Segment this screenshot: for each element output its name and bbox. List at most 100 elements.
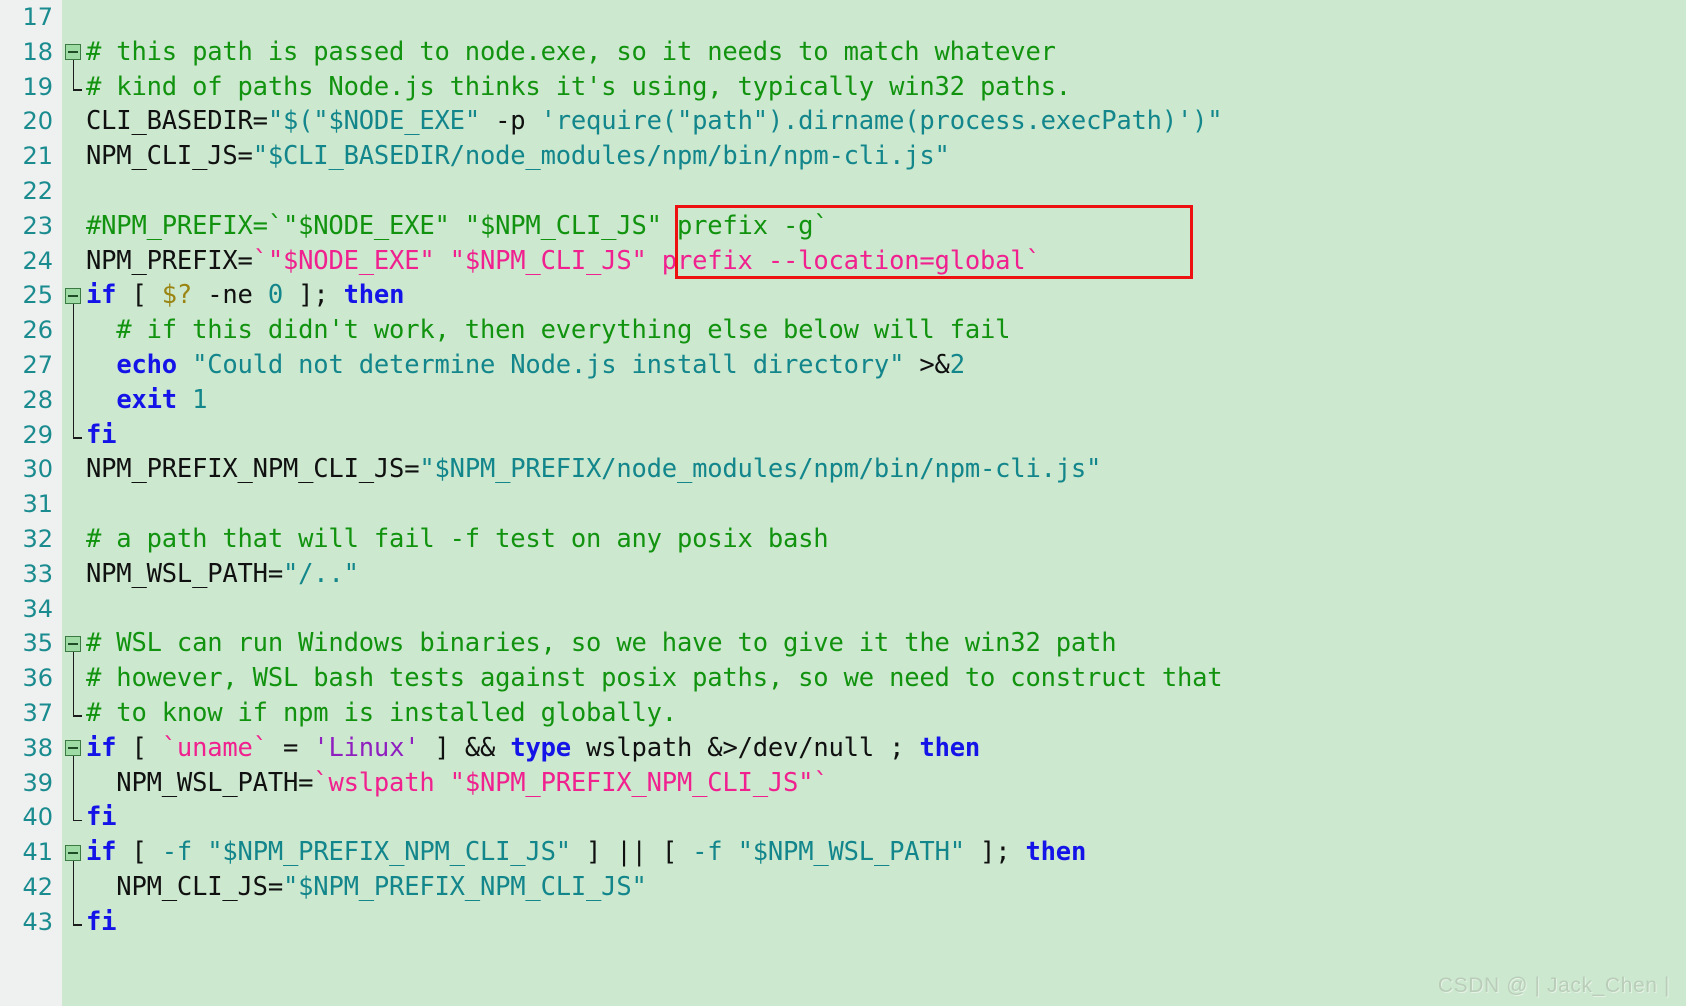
fold-range-end	[72, 819, 82, 822]
line-number: 43	[22, 907, 53, 936]
code-token: "$NODE_EXE"	[313, 106, 480, 137]
fold-toggle-icon[interactable]	[65, 740, 81, 757]
fold-toggle-icon[interactable]	[65, 287, 81, 304]
code-token: CLI_BASEDIR=	[86, 106, 268, 137]
fold-toggle-icon[interactable]	[65, 44, 81, 61]
line-number: 32	[22, 524, 53, 553]
code-token: "$NPM_PREFIX/node_modules/npm/bin/npm-cl…	[419, 454, 1102, 485]
code-token: "$NPM_PREFIX_NPM_CLI_JS"	[207, 837, 571, 868]
code-token: # WSL can run Windows binaries, so we ha…	[86, 628, 1117, 659]
code-token: "$(	[267, 106, 314, 137]
code-line[interactable]: #NPM_PREFIX=`"$NODE_EXE" "$NPM_CLI_JS" p…	[86, 209, 1686, 244]
line-number: 26	[22, 316, 53, 345]
code-line[interactable]: echo "Could not determine Node.js instal…	[86, 348, 1686, 383]
line-number: 29	[22, 420, 53, 449]
code-folding-gutter[interactable]	[62, 0, 84, 1006]
line-number: 34	[22, 594, 53, 623]
code-line[interactable]: # WSL can run Windows binaries, so we ha…	[86, 626, 1686, 661]
csdn-watermark: CSDN @ | Jack_Chen |	[1437, 974, 1670, 997]
code-token: 'Linux'	[313, 732, 420, 763]
code-token: "/.."	[282, 558, 359, 589]
line-number: 30	[22, 455, 53, 484]
code-token: if	[86, 280, 117, 311]
line-number: 25	[22, 281, 53, 310]
code-line[interactable]: fi	[86, 905, 1686, 940]
code-token: "$NPM_WSL_PATH"	[737, 837, 965, 868]
fold-range-line	[72, 303, 75, 437]
line-number-gutter: 17 18 19 20 21 22 23 24 25 26 27 28 29 30 31 32 33 34 35 36…	[0, 0, 62, 1006]
code-line[interactable]: NPM_WSL_PATH="/.."	[86, 557, 1686, 592]
code-editor: 17 18 19 20 21 22 23 24 25 26 27 28 29 30 31 32 33 34 35 36…	[0, 0, 1686, 1006]
code-line[interactable]: # a path that will fail -f test on any p…	[86, 522, 1686, 557]
line-number: 23	[22, 211, 53, 240]
code-line[interactable]	[86, 0, 1686, 35]
code-token: )"	[1192, 106, 1223, 137]
line-number: 35	[22, 629, 53, 658]
fold-range-end	[72, 715, 82, 717]
code-line[interactable]: NPM_PREFIX=`"$NODE_EXE" "$NPM_CLI_JS" pr…	[86, 244, 1686, 279]
code-token: then	[1025, 837, 1087, 868]
code-line[interactable]: CLI_BASEDIR="$("$NODE_EXE" -p 'require("…	[86, 104, 1686, 139]
code-token: 'require("path").dirname(process.execPat…	[540, 106, 1193, 137]
code-token: ];	[964, 837, 1026, 868]
code-line[interactable]: # this path is passed to node.exe, so it…	[86, 35, 1686, 70]
code-line[interactable]: if [ `uname` = 'Linux' ] && type wslpath…	[86, 731, 1686, 766]
code-token: NPM_CLI_JS=	[86, 141, 253, 172]
line-number: 33	[22, 559, 53, 588]
line-number: 20	[22, 107, 53, 136]
code-token: fi	[86, 802, 117, 833]
line-number: 36	[22, 664, 53, 693]
code-token: if	[86, 732, 117, 763]
code-token: `"$NODE_EXE" "$NPM_CLI_JS" prefix --loca…	[252, 245, 1041, 276]
code-token: type	[510, 732, 571, 763]
code-line[interactable]: NPM_PREFIX_NPM_CLI_JS="$NPM_PREFIX/node_…	[86, 452, 1686, 487]
code-token: [	[116, 280, 162, 311]
code-token: 1	[192, 384, 208, 415]
fold-range-end	[72, 89, 82, 91]
code-token: 2	[949, 349, 965, 380]
code-line[interactable]	[86, 487, 1686, 522]
code-token: # kind of paths Node.js thinks it's usin…	[86, 71, 1071, 102]
code-line[interactable]: # if this didn't work, then everything e…	[86, 313, 1686, 348]
code-token: fi	[86, 906, 117, 937]
fold-range-line	[72, 756, 75, 820]
code-token: #NPM_PREFIX=`"$NODE_EXE" "$NPM_CLI_JS" p…	[86, 210, 829, 241]
code-line[interactable]: exit 1	[86, 383, 1686, 418]
fold-range-end	[72, 924, 82, 926]
code-line[interactable]: # however, WSL bash tests against posix …	[86, 661, 1686, 696]
code-token: # a path that will fail -f test on any p…	[86, 523, 829, 554]
code-token: if	[86, 837, 117, 868]
line-number: 19	[22, 72, 53, 101]
code-line[interactable]: if [ $? -ne 0 ]; then	[86, 278, 1686, 313]
code-line[interactable]: NPM_WSL_PATH=`wslpath "$NPM_PREFIX_NPM_C…	[86, 766, 1686, 801]
code-token: ] || [	[570, 837, 693, 868]
code-line[interactable]: NPM_CLI_JS="$CLI_BASEDIR/node_modules/np…	[86, 139, 1686, 174]
code-line[interactable]: if [ -f "$NPM_PREFIX_NPM_CLI_JS" ] || [ …	[86, 835, 1686, 870]
code-token: $?	[161, 280, 193, 311]
code-line[interactable]: # to know if npm is installed globally.	[86, 696, 1686, 731]
fold-toggle-icon[interactable]	[65, 844, 81, 861]
line-number: 38	[22, 733, 53, 762]
code-token: NPM_CLI_JS=	[86, 871, 283, 902]
code-line[interactable]	[86, 592, 1686, 627]
code-token: ];	[283, 280, 344, 311]
code-token: [	[116, 732, 162, 763]
code-line[interactable]: fi	[86, 418, 1686, 453]
fold-range-end	[72, 437, 82, 439]
line-number: 28	[22, 385, 53, 414]
code-line[interactable]: fi	[86, 800, 1686, 835]
line-number: 18	[22, 37, 53, 66]
fold-range-line	[72, 651, 75, 716]
code-content-area[interactable]: # this path is passed to node.exe, so it…	[84, 0, 1686, 1006]
code-token: >&	[904, 349, 950, 380]
fold-toggle-icon[interactable]	[65, 635, 81, 652]
code-token: then	[343, 280, 405, 311]
code-line[interactable]: NPM_CLI_JS="$NPM_PREFIX_NPM_CLI_JS"	[86, 870, 1686, 905]
code-line[interactable]: # kind of paths Node.js thinks it's usin…	[86, 70, 1686, 105]
code-line[interactable]	[86, 174, 1686, 209]
code-token: then	[919, 732, 981, 763]
code-token: `uname`	[161, 732, 268, 763]
